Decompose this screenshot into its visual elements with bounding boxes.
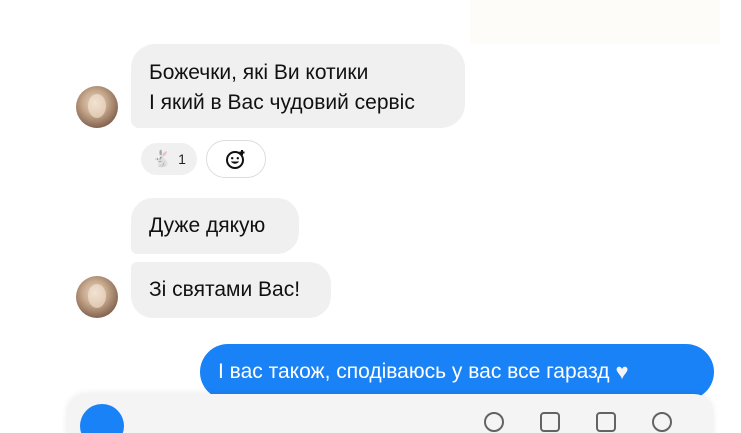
message-text: І вас також, сподіваюсь у вас все гаразд: [218, 360, 610, 383]
message-composer[interactable]: [66, 394, 714, 433]
reaction-chip[interactable]: 🐇 1: [139, 141, 199, 177]
reaction-count: 1: [178, 151, 186, 167]
incoming-message[interactable]: Дуже дякую: [131, 198, 299, 254]
chat-thread: Божечки, які Ви котики І який в Вас чудо…: [0, 0, 741, 433]
outgoing-message[interactable]: І вас також, сподіваюсь у вас все гаразд…: [200, 344, 714, 400]
message-line: І який в Вас чудовий сервіс: [149, 91, 415, 114]
header-band: [470, 0, 720, 44]
incoming-message[interactable]: Зі святами Вас!: [131, 262, 331, 318]
add-reaction-icon: [226, 150, 245, 169]
sticker-icon[interactable]: [596, 412, 616, 432]
gallery-icon[interactable]: [540, 412, 560, 432]
white-heart-icon: ♥: [615, 359, 629, 384]
camera-icon[interactable]: [652, 412, 672, 432]
rabbit-icon: 🐇: [152, 151, 173, 168]
message-text: Дуже дякую: [149, 214, 266, 237]
incoming-message[interactable]: Божечки, які Ви котики І який в Вас чудо…: [131, 44, 465, 128]
composer-actions: [484, 412, 672, 432]
emoji-icon[interactable]: [484, 412, 504, 432]
message-line: Божечки, які Ви котики: [149, 61, 369, 84]
contact-avatar[interactable]: [76, 86, 118, 128]
contact-avatar[interactable]: [76, 276, 118, 318]
plus-icon[interactable]: [80, 404, 124, 433]
message-text: Зі святами Вас!: [149, 278, 301, 301]
add-reaction-button[interactable]: [206, 140, 266, 178]
